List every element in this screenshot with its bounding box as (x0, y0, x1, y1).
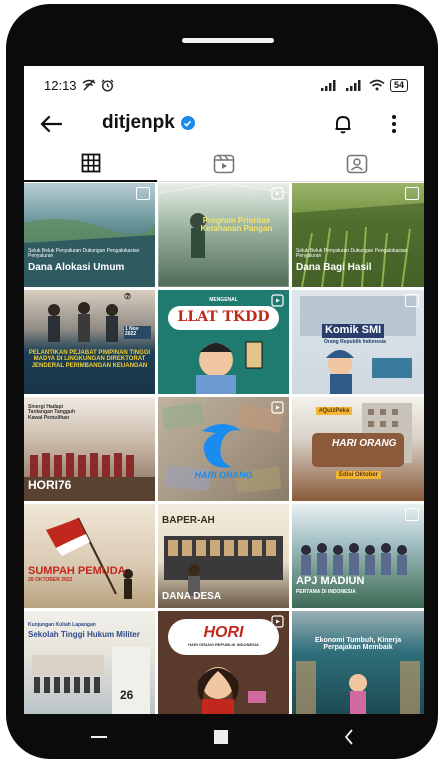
post-subtitle: 28 OKTOBER 2022 (28, 577, 73, 583)
multi-image-icon (405, 508, 419, 521)
post-caption: Ekonomi Tumbuh, Kinerja Perpajakan Memba… (314, 637, 402, 652)
post-subtitle: MENGENAL (209, 297, 238, 303)
tagged-person-icon (347, 154, 368, 173)
post-subtitle: Sinergi Hadapi Tantangan Tangguh Kawal P… (28, 404, 76, 421)
nav-home-button[interactable] (208, 726, 234, 748)
post-badge: ⑦ (124, 292, 132, 301)
post-tag: #QuizPeka (316, 407, 353, 416)
post-caption: DANA DESA (162, 591, 222, 602)
post-caption: Dana Bagi Hasil (296, 262, 372, 273)
nav-back-button[interactable] (336, 726, 362, 748)
post-subtitle: Seluk Beluk Penyaluran Dukungan Pengalok… (296, 248, 408, 260)
android-nav-bar (6, 716, 442, 760)
post-thumbnail[interactable]: Ekonomi Tumbuh, Kinerja Perpajakan Memba… (292, 611, 424, 714)
post-caption: HORI (203, 624, 244, 641)
recents-icon (91, 736, 107, 738)
post-subtitle: Seluk Beluk Penyaluran Dukungan Pengalok… (28, 248, 140, 260)
profile-username: ditjenpk (102, 112, 195, 134)
post-subtitle: BAPER-AH (162, 515, 215, 526)
post-thumbnail[interactable]: HARI ORANG (158, 397, 289, 501)
phone-speaker (182, 38, 274, 43)
post-subtitle: Kunjungan Kuliah Lapangan (28, 622, 96, 628)
post-subtitle: PERTAMA DI INDONESIA (296, 589, 356, 595)
post-thumbnail[interactable]: Kunjungan Kuliah Lapangan Sekolah Tinggi… (24, 611, 155, 714)
battery-indicator: 54 (389, 78, 408, 92)
tab-posts-grid[interactable] (24, 146, 158, 182)
posts-grid: Seluk Beluk Penyaluran Dukungan Pengalok… (24, 183, 424, 714)
multi-image-icon (405, 294, 419, 307)
post-caption: Dana Alokasi Umum (28, 262, 125, 273)
more-vertical-icon (392, 115, 396, 133)
post-subtitle: Edisi Oktober (336, 471, 382, 480)
reels-icon (213, 154, 235, 173)
profile-tabs (24, 146, 424, 182)
post-date: 26 (120, 688, 134, 702)
post-caption: Sekolah Tinggi Hukum Militer (28, 630, 140, 639)
nav-recents-button[interactable] (86, 726, 112, 748)
post-thumbnail[interactable]: MENGENAL LLAT TKDD (158, 290, 289, 394)
signal-icon (320, 79, 336, 91)
post-thumbnail[interactable]: SUMPAH PEMUDA 28 OKTOBER 2022 (24, 504, 155, 608)
chevron-left-icon (344, 729, 353, 745)
post-caption: Komik SMI (322, 324, 385, 338)
home-square-icon (214, 730, 228, 744)
reels-icon (271, 187, 284, 200)
post-image-officials (48, 302, 118, 342)
post-caption: PELANTIKAN PEJABAT PIMPINAN TINGGI MADYA… (28, 350, 151, 369)
post-caption: HARI ORANG (332, 438, 397, 449)
post-caption: APJ MADIUN (296, 575, 365, 587)
post-image-cartoon-man (168, 306, 279, 394)
screen: 12:13 54 ditjenpk Seluk Beluk Penyaluran… (24, 66, 424, 714)
post-image-greenhouse (158, 183, 289, 287)
bell-icon (335, 116, 351, 134)
post-caption: Program Prioritas Ketahanan Pangan (200, 216, 273, 234)
post-thumbnail[interactable]: Sinergi Hadapi Tantangan Tangguh Kawal P… (24, 397, 155, 501)
status-time: 12:13 (44, 77, 77, 93)
profile-header: ditjenpk (24, 104, 424, 144)
status-bar: 12:13 54 (24, 66, 424, 104)
username-text: ditjenpk (102, 112, 175, 133)
post-thumbnail[interactable]: APJ MADIUN PERTAMA DI INDONESIA (292, 504, 424, 608)
more-options-button[interactable] (384, 111, 404, 137)
post-thumbnail[interactable]: Program Prioritas Ketahanan Pangan (158, 183, 289, 287)
signal-icon-2 (345, 79, 361, 91)
post-caption: HORI76 (28, 478, 72, 492)
post-thumbnail[interactable]: BAPER-AH DANA DESA (158, 504, 289, 608)
post-caption: HARI ORANG (194, 470, 253, 480)
post-thumbnail[interactable]: ⑦ 1 Nov 2022 PELANTIKAN PEJABAT PIMPINAN… (24, 290, 155, 394)
wifi-off-icon (82, 79, 96, 91)
arrow-left-icon (40, 115, 63, 133)
verified-badge-icon (180, 116, 195, 130)
post-subtitle: HARI ORANG REPUBLIK INDONESIA (188, 642, 259, 647)
reels-icon (271, 401, 284, 414)
post-caption: LLAT TKDD (177, 309, 270, 325)
phone-frame: 12:13 54 ditjenpk Seluk Beluk Penyaluran… (6, 4, 438, 759)
post-image-money (161, 402, 284, 494)
tab-tagged[interactable] (290, 146, 424, 182)
post-subtitle: 1 Nov 2022 (124, 326, 151, 339)
post-image-flag (46, 517, 133, 599)
alarm-icon (101, 79, 114, 92)
wifi-icon (369, 79, 385, 91)
post-caption: SUMPAH PEMUDA (28, 565, 126, 577)
post-image-market (296, 661, 420, 714)
post-thumbnail[interactable]: Seluk Beluk Penyaluran Dukungan Pengalok… (292, 183, 424, 287)
post-thumbnail[interactable]: HORI HARI ORANG REPUBLIK INDONESIA (158, 611, 289, 714)
notifications-button[interactable] (330, 111, 356, 137)
post-thumbnail[interactable]: Komik SMI Orang Republik Indonesia (292, 290, 424, 394)
back-button[interactable] (36, 110, 66, 138)
multi-image-icon (405, 187, 419, 200)
post-thumbnail[interactable]: Seluk Beluk Penyaluran Dukungan Pengalok… (24, 183, 155, 287)
post-thumbnail[interactable]: #QuizPeka HARI ORANG Edisi Oktober (292, 397, 424, 501)
multi-image-icon (136, 187, 150, 200)
tab-reels[interactable] (157, 146, 291, 182)
grid-icon (81, 153, 101, 173)
post-subtitle: Orang Republik Indonesia (324, 339, 386, 345)
